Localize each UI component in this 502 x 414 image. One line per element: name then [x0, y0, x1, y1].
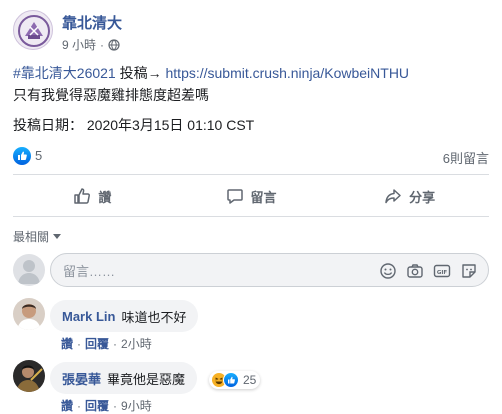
divider	[13, 174, 489, 175]
emoji-icon[interactable]	[379, 262, 397, 280]
submit-text: 投稿→	[115, 65, 166, 81]
separator-dot: ·	[77, 399, 82, 413]
like-reaction-icon	[223, 372, 239, 388]
comment-author[interactable]: 張晏華	[62, 369, 101, 388]
comment-reactions[interactable]: 25	[209, 371, 261, 389]
comment-bubble-icon	[226, 189, 243, 204]
comment-count[interactable]: 6則留言	[443, 148, 489, 167]
comment-bubble: Mark Lin 味道也不好	[50, 300, 199, 332]
separator-dot: ·	[77, 337, 82, 351]
divider	[13, 216, 489, 217]
share-arrow-icon	[385, 189, 401, 204]
comment-input[interactable]: 留言…… GIF	[50, 253, 489, 287]
commenter-avatar[interactable]	[13, 298, 45, 330]
comment-like-link[interactable]: 讚	[61, 399, 73, 413]
like-button-label: 讚	[98, 189, 112, 205]
comment-text: 畢竟他是惡魔	[107, 371, 186, 387]
post-actions: 讚 留言 分享	[13, 178, 489, 214]
comment-composer: 留言…… GIF	[13, 252, 489, 288]
sticker-icon[interactable]	[460, 262, 478, 280]
comment-author[interactable]: Mark Lin	[62, 309, 115, 324]
comment-input-placeholder: 留言……	[63, 263, 116, 279]
sort-label: 最相關	[13, 230, 50, 244]
composer-icons: GIF	[379, 262, 478, 280]
separator-dot: ·	[113, 399, 118, 413]
post-line-2: 只有我覺得惡魔雞排態度超差嗎	[13, 87, 209, 103]
post-hashtag[interactable]: #靠北清大26021	[13, 65, 116, 81]
comment-reaction-count: 25	[243, 373, 257, 387]
page-name[interactable]: 靠北清大	[62, 12, 122, 33]
comment-button[interactable]: 留言	[172, 178, 331, 214]
comment-text: 味道也不好	[121, 309, 187, 325]
meta-dot: ·	[100, 37, 105, 52]
caret-down-icon	[53, 234, 62, 239]
post-date-line: 投稿日期： 2020年3月15日 01:10 CST	[13, 117, 255, 133]
comment-reply-link[interactable]: 回覆	[85, 399, 109, 413]
like-reaction-icon[interactable]	[13, 147, 31, 165]
comment-bubble: 張晏華 畢竟他是惡魔	[50, 362, 198, 394]
reactions-bar: 5 6則留言	[13, 146, 489, 166]
comment-like-link[interactable]: 讚	[61, 337, 73, 351]
camera-icon[interactable]	[406, 262, 424, 280]
comment-time[interactable]: 2小時	[121, 337, 152, 351]
comment-actions: 讚 · 回覆 · 2小時	[61, 335, 152, 352]
separator-dot: ·	[113, 337, 118, 351]
page-avatar[interactable]	[13, 10, 53, 50]
svg-text:GIF: GIF	[437, 270, 448, 276]
thumbs-up-icon	[74, 188, 91, 204]
comment-actions: 讚 · 回覆 · 9小時	[61, 397, 152, 414]
share-button[interactable]: 分享	[330, 178, 489, 214]
post-meta: 9 小時 ·	[62, 36, 120, 53]
my-avatar	[13, 254, 45, 286]
comment-sort-dropdown[interactable]: 最相關	[13, 228, 62, 245]
gif-icon[interactable]: GIF	[433, 262, 451, 280]
commenter-avatar[interactable]	[13, 360, 45, 392]
post-time[interactable]: 9 小時	[62, 36, 96, 53]
like-button[interactable]: 讚	[13, 178, 172, 214]
comment-reply-link[interactable]: 回覆	[85, 337, 109, 351]
comment-button-label: 留言	[250, 189, 277, 205]
post-body: #靠北清大26021 投稿→ https://submit.crush.ninj…	[13, 62, 493, 136]
share-button-label: 分享	[409, 189, 436, 205]
globe-icon	[108, 38, 120, 51]
post-header: 靠北清大 9 小時 ·	[13, 10, 483, 54]
post-line-1: #靠北清大26021 投稿→ https://submit.crush.ninj…	[13, 62, 493, 84]
submit-link[interactable]: https://submit.crush.ninja/KowbeiNTHU	[166, 65, 410, 81]
like-count[interactable]: 5	[35, 148, 42, 163]
comment-time[interactable]: 9小時	[121, 399, 152, 413]
